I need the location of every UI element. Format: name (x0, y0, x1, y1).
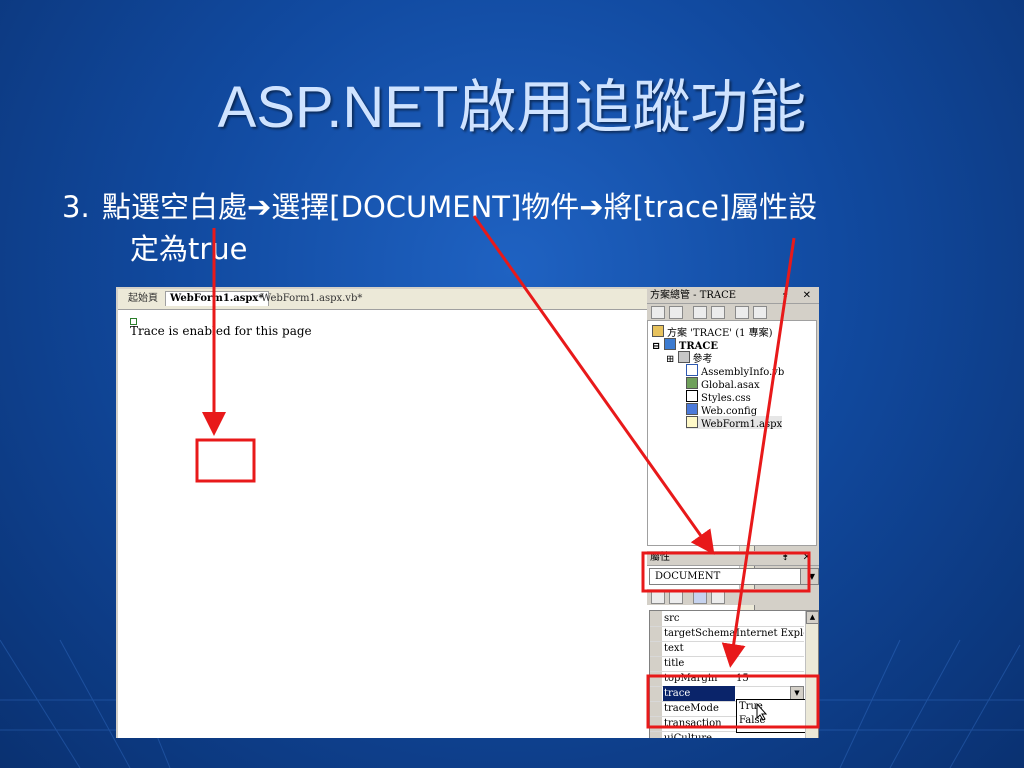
highlight-document-object (641, 551, 811, 593)
arrow-to-trace-property (721, 237, 796, 668)
highlight-trace-property (646, 674, 820, 729)
annotation-overlay (195, 215, 820, 729)
arrow-to-document-object (472, 215, 715, 555)
highlight-blank-area (195, 438, 256, 483)
